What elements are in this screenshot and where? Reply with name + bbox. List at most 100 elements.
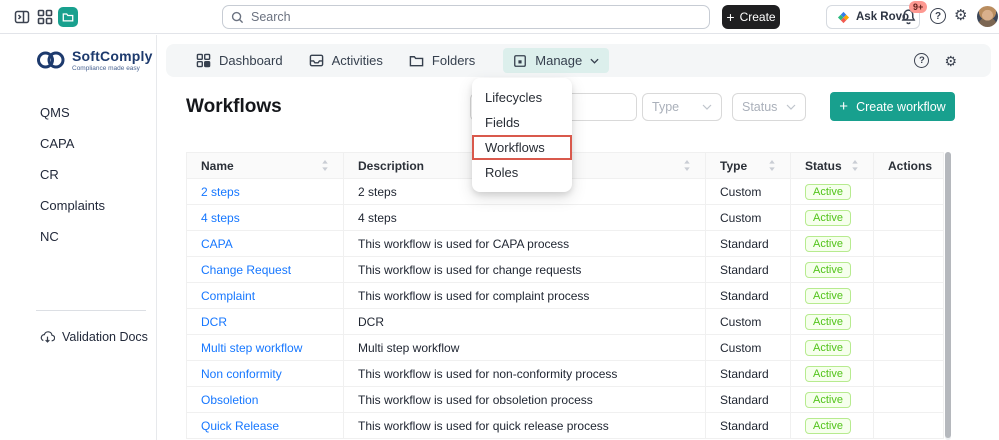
status-cell: Active <box>791 257 874 283</box>
create-workflow-label: Create workflow <box>856 100 946 114</box>
table-row: Obsoletion This workflow is used for obso… <box>187 387 944 413</box>
actions-cell <box>874 179 944 205</box>
tab-dashboard[interactable]: Dashboard <box>196 53 283 68</box>
cloud-download-icon <box>40 331 55 344</box>
description-cell: This workflow is used for obsoletion pro… <box>344 387 706 413</box>
brand-tagline: Compliance made easy <box>72 65 153 72</box>
column-label: Status <box>805 159 842 173</box>
workflow-name-link[interactable]: Non conformity <box>201 367 282 381</box>
softcomply-app-tile[interactable] <box>58 7 78 27</box>
status-badge: Active <box>805 392 851 408</box>
table-row: 4 steps4 stepsCustomActive <box>187 205 944 231</box>
softcomply-brand: SoftComply Compliance made easy <box>36 48 153 72</box>
type-cell: Custom <box>706 179 791 205</box>
description-cell: This workflow is used for CAPA process <box>344 231 706 257</box>
sidebar-toggle-button[interactable] <box>14 9 30 25</box>
type-cell: Standard <box>706 283 791 309</box>
workflow-name-link[interactable]: 2 steps <box>201 185 240 199</box>
inbox-icon <box>309 53 324 68</box>
sidebar: SoftComply Compliance made easy QMS CAPA… <box>0 35 157 440</box>
scrollbar-thumb[interactable] <box>945 152 951 438</box>
folders-icon <box>409 53 424 68</box>
type-cell: Standard <box>706 257 791 283</box>
status-cell: Active <box>791 361 874 387</box>
sidebar-item-cr[interactable]: CR <box>40 164 156 184</box>
global-search[interactable] <box>222 5 710 29</box>
band-settings-icon[interactable]: ⚙ <box>944 54 957 68</box>
type-cell: Standard <box>706 231 791 257</box>
tab-folders[interactable]: Folders <box>409 53 475 68</box>
status-filter-select[interactable]: Status <box>732 93 806 121</box>
tab-activities[interactable]: Activities <box>309 53 383 68</box>
column-label: Type <box>720 159 747 173</box>
column-header-type[interactable]: Type <box>706 153 791 179</box>
sidebar-item-complaints[interactable]: Complaints <box>40 195 156 215</box>
menu-item-lifecycles[interactable]: Lifecycles <box>472 85 572 110</box>
actions-cell <box>874 361 944 387</box>
name-cell: Multi step workflow <box>187 335 344 361</box>
sidebar-item-qms[interactable]: QMS <box>40 102 156 122</box>
menu-item-workflows[interactable]: Workflows <box>472 135 572 160</box>
actions-cell <box>874 387 944 413</box>
workflow-name-link[interactable]: CAPA <box>201 237 233 251</box>
tab-dashboard-label: Dashboard <box>219 53 283 68</box>
band-help-icon[interactable]: ? <box>914 53 929 68</box>
name-cell: 2 steps <box>187 179 344 205</box>
actions-cell <box>874 413 944 439</box>
panel-toggle-icon <box>14 9 30 25</box>
name-cell: Quick Release <box>187 413 344 439</box>
app-grid-icon <box>37 9 53 25</box>
help-button[interactable]: ? <box>930 8 946 24</box>
name-cell: Obsoletion <box>187 387 344 413</box>
user-avatar[interactable] <box>977 6 998 27</box>
validation-docs-label: Validation Docs <box>62 330 148 344</box>
type-filter-select[interactable]: Type <box>642 93 722 121</box>
page-title: Workflows <box>186 96 282 118</box>
search-icon <box>231 11 244 24</box>
sort-icon <box>851 160 859 171</box>
status-badge: Active <box>805 418 851 434</box>
name-cell: Non conformity <box>187 361 344 387</box>
chevron-down-icon <box>702 104 712 110</box>
settings-button[interactable]: ⚙ <box>954 8 967 23</box>
notification-count-badge: 9+ <box>909 1 927 13</box>
workflow-name-link[interactable]: Multi step workflow <box>201 341 302 355</box>
description-cell: This workflow is used for quick release … <box>344 413 706 439</box>
create-button[interactable]: + Create <box>722 5 780 29</box>
brand-name: SoftComply <box>72 48 153 64</box>
global-search-input[interactable] <box>251 10 701 24</box>
type-cell: Custom <box>706 205 791 231</box>
sidebar-item-nc[interactable]: NC <box>40 226 156 246</box>
workflow-name-link[interactable]: Change Request <box>201 263 291 277</box>
table-scrollbar[interactable] <box>945 152 951 440</box>
table-row: ComplaintThis workflow is used for compl… <box>187 283 944 309</box>
menu-item-fields[interactable]: Fields <box>472 110 572 135</box>
column-header-name[interactable]: Name <box>187 153 344 179</box>
create-workflow-button[interactable]: + Create workflow <box>830 92 955 121</box>
type-cell: Custom <box>706 309 791 335</box>
status-cell: Active <box>791 309 874 335</box>
validation-docs-link[interactable]: Validation Docs <box>40 330 148 344</box>
plugin-nav-band: Dashboard Activities Folders Manage <box>166 44 991 77</box>
sidebar-divider <box>36 310 146 311</box>
workflow-name-link[interactable]: Obsoletion <box>201 393 258 407</box>
status-badge: Active <box>805 314 851 330</box>
menu-item-roles[interactable]: Roles <box>472 160 572 185</box>
name-cell: DCR <box>187 309 344 335</box>
actions-cell <box>874 205 944 231</box>
column-header-status[interactable]: Status <box>791 153 874 179</box>
column-label: Actions <box>888 159 932 173</box>
sidebar-item-capa[interactable]: CAPA <box>40 133 156 153</box>
workflow-name-link[interactable]: DCR <box>201 315 227 329</box>
sidebar-menu: QMS CAPA CR Complaints NC <box>0 92 156 246</box>
app-window: + Create Ask Rovo 9+ ? ⚙ <box>0 0 999 440</box>
workflow-name-link[interactable]: Complaint <box>201 289 255 303</box>
description-cell: 4 steps <box>344 205 706 231</box>
status-cell: Active <box>791 179 874 205</box>
workflow-name-link[interactable]: 4 steps <box>201 211 240 225</box>
workflow-name-link[interactable]: Quick Release <box>201 419 279 433</box>
actions-cell <box>874 283 944 309</box>
type-cell: Standard <box>706 387 791 413</box>
tab-manage[interactable]: Manage <box>503 48 609 73</box>
app-switcher-button[interactable] <box>37 9 53 25</box>
